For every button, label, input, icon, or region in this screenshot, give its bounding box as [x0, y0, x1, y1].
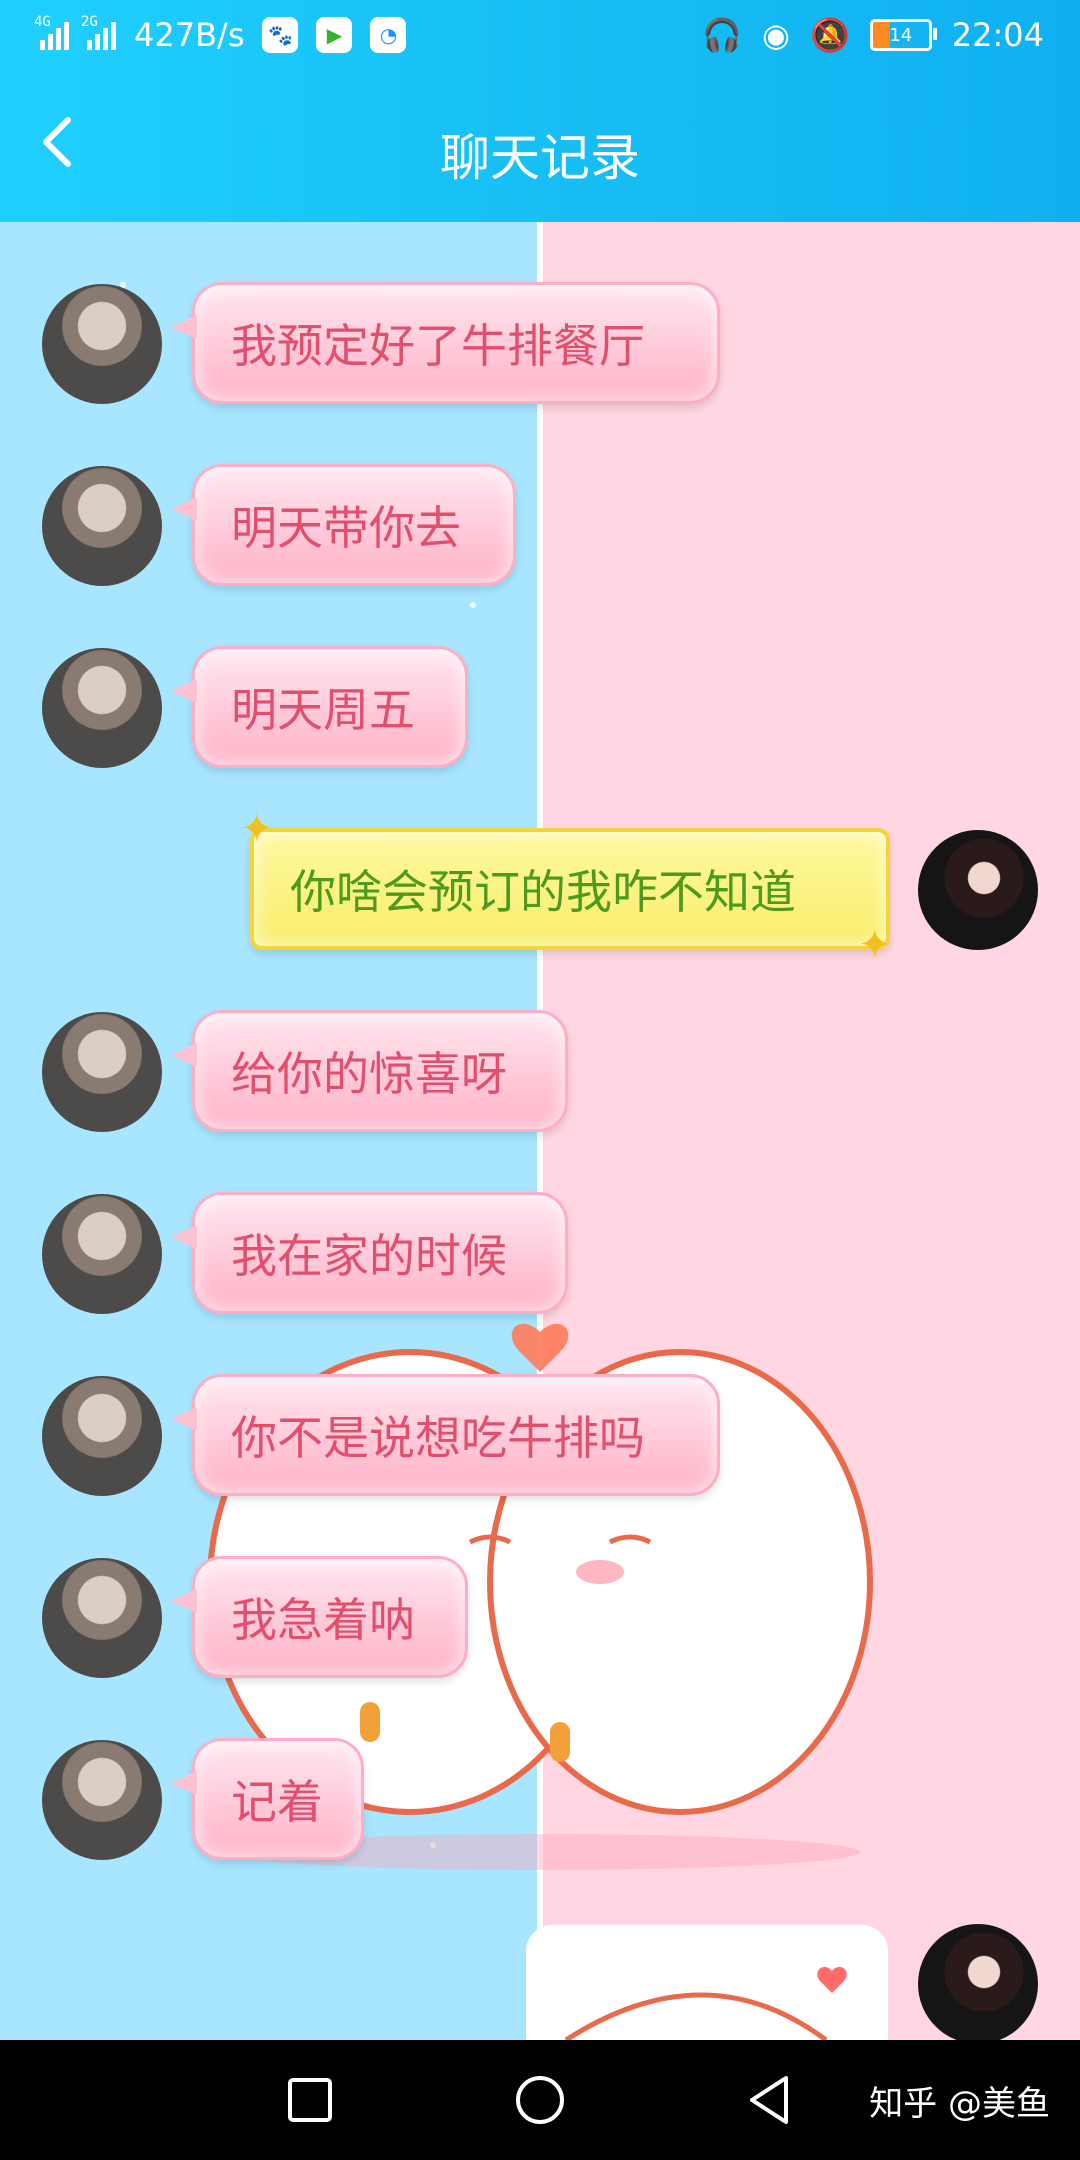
headset-icon: 🎧 — [702, 16, 743, 54]
message-bubble[interactable]: 你不是说想吃牛排吗 — [171, 1374, 720, 1496]
signal-icon-2: 2G — [81, 14, 116, 50]
avatar[interactable] — [42, 284, 162, 404]
message-text: 你不是说想吃牛排吗 — [231, 1411, 645, 1465]
chat-area[interactable]: K73 我预定好了牛排餐厅 明天带你去 明天周五 你啥会预订的我咋不知道 ✦ ✦… — [0, 222, 1080, 2040]
message-bubble[interactable]: 记着 — [171, 1738, 364, 1860]
message-bubble[interactable]: 明天带你去 — [171, 464, 516, 586]
network-speed: 427B/s — [134, 16, 245, 54]
message-bubble[interactable]: 你啥会预订的我咋不知道 — [250, 828, 890, 950]
baidu-icon: 🐾 — [262, 17, 299, 53]
message-bubble[interactable]: 我急着呐 — [171, 1556, 468, 1678]
avatar[interactable] — [42, 648, 162, 768]
signal-icon-1: 4G — [34, 14, 69, 50]
message-text: 给你的惊喜呀 — [231, 1047, 507, 1101]
avatar[interactable] — [42, 466, 162, 586]
message-text: 记着 — [231, 1775, 323, 1829]
avatar[interactable] — [42, 1194, 162, 1314]
square-icon[interactable] — [280, 2070, 340, 2130]
avatar[interactable] — [42, 1740, 162, 1860]
message-bubble[interactable]: 我预定好了牛排餐厅 — [171, 282, 720, 404]
battery-level: 14 — [889, 24, 913, 46]
star-decoration-icon: ✦ — [858, 922, 892, 968]
message-text: 明天带你去 — [231, 501, 461, 555]
page-title: 聊天记录 — [440, 129, 640, 187]
mute-bell-icon: 🔕 — [809, 16, 850, 54]
eye-icon: ◉ — [762, 16, 790, 54]
network-type-1: 4G — [34, 14, 51, 30]
sparkle — [470, 602, 476, 608]
clock: 22:04 — [951, 16, 1044, 54]
browser-icon: ◔ — [370, 17, 407, 53]
navigation-bar: 知乎 @美鱼 — [0, 2040, 1080, 2160]
message-text: 明天周五 — [231, 683, 415, 737]
sticker-image — [564, 1966, 847, 2040]
star-decoration-icon: ✦ — [240, 806, 274, 852]
message-text: 我预定好了牛排餐厅 — [231, 319, 645, 373]
video-app-icon: ▶ — [316, 17, 353, 53]
circle-icon[interactable] — [510, 2070, 570, 2130]
credit-watermark: 知乎 @美鱼 — [869, 2084, 1050, 2124]
message-text: 你啥会预订的我咋不知道 — [290, 865, 796, 919]
avatar[interactable] — [42, 1012, 162, 1132]
avatar[interactable] — [42, 1376, 162, 1496]
network-type-2: 2G — [81, 14, 98, 30]
message-bubble[interactable]: 我在家的时候 — [171, 1192, 568, 1314]
image-message[interactable] — [526, 1925, 888, 2040]
status-bar: 4G 2G 427B/s 🐾 ▶ ◔ 🎧 ◉ 🔕 14 22:04 — [0, 0, 1080, 76]
avatar[interactable] — [918, 830, 1038, 950]
message-bubble[interactable]: 明天周五 — [171, 646, 468, 768]
battery-icon: 14 — [869, 19, 937, 51]
avatar[interactable] — [918, 1924, 1038, 2040]
message-text: 我在家的时候 — [231, 1229, 507, 1283]
top-bar: 4G 2G 427B/s 🐾 ▶ ◔ 🎧 ◉ 🔕 14 22:04 聊天记录 — [0, 0, 1080, 222]
triangle-back-icon[interactable] — [740, 2070, 800, 2130]
avatar[interactable] — [42, 1558, 162, 1678]
message-text: 我急着呐 — [231, 1593, 415, 1647]
message-bubble[interactable]: 给你的惊喜呀 — [171, 1010, 568, 1132]
